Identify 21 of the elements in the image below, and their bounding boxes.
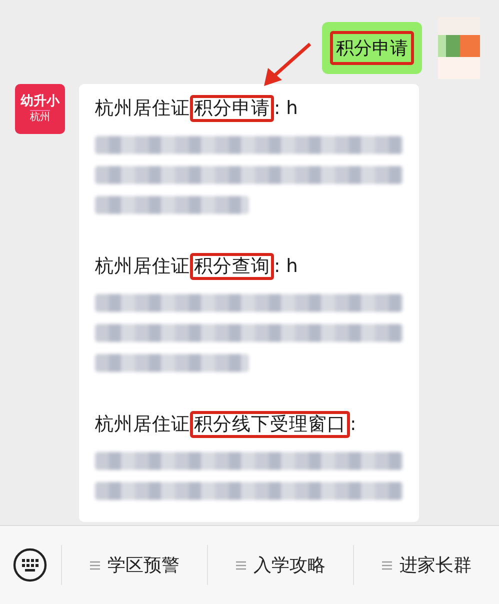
link-text: : h bbox=[274, 256, 298, 277]
heading-text: 杭州居住证 bbox=[95, 256, 190, 277]
highlighted-text: 积分申请 bbox=[190, 95, 274, 122]
link-text: : h bbox=[274, 98, 298, 119]
arrow-icon bbox=[262, 42, 312, 88]
message-text: 积分申请 bbox=[330, 31, 414, 65]
menu-item[interactable]: 进家长群 bbox=[353, 545, 499, 585]
sender-avatar[interactable]: 幼升小 杭州 bbox=[15, 84, 65, 134]
menu-item[interactable]: 学区预警 bbox=[61, 545, 207, 585]
avatar-subtitle: 杭州 bbox=[30, 110, 50, 123]
menu-icon bbox=[382, 560, 392, 570]
link-text: : bbox=[350, 414, 356, 435]
menu-icon bbox=[236, 560, 246, 570]
highlighted-text: 积分查询 bbox=[190, 253, 274, 280]
heading-text: 杭州居住证 bbox=[95, 98, 190, 119]
keyboard-icon bbox=[13, 548, 47, 582]
heading-text: 杭州居住证 bbox=[95, 414, 190, 435]
menu-icon bbox=[90, 560, 100, 570]
highlighted-text: 积分线下受理窗口 bbox=[190, 411, 350, 438]
menu-item[interactable]: 入学攻略 bbox=[207, 545, 353, 585]
avatar-title: 幼升小 bbox=[20, 95, 60, 110]
